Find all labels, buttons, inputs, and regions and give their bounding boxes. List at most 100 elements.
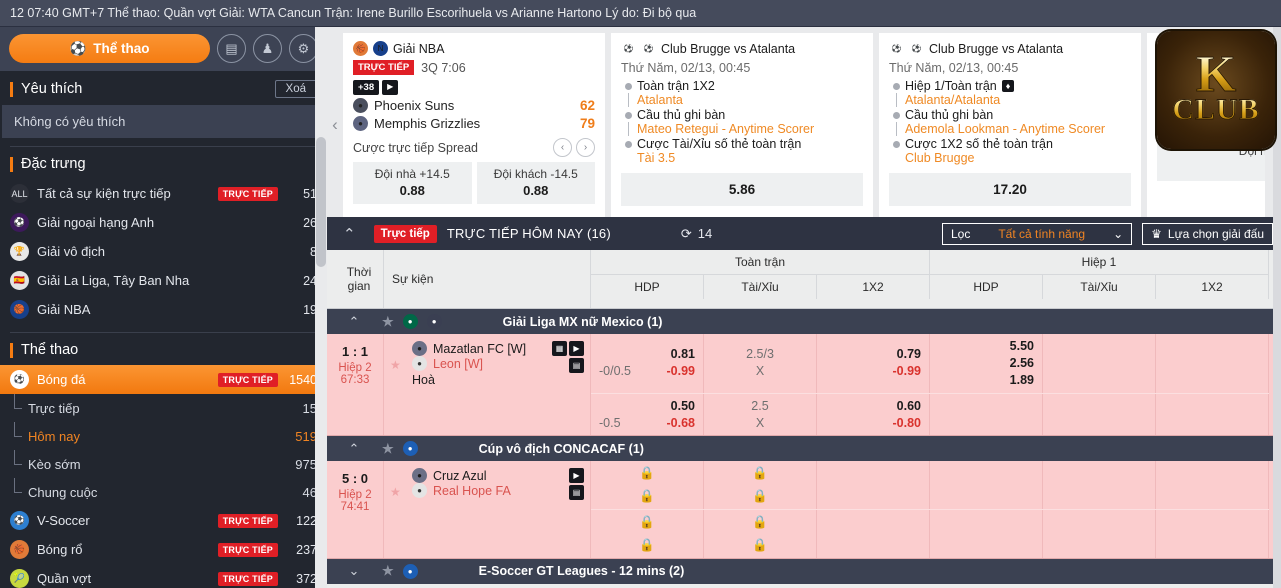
featured-item-1[interactable]: ALL Tất cả sự kiện trực tiếp TRỰC TIẾP 51 (0, 179, 327, 208)
favourite-star-icon[interactable]: ★ (382, 314, 394, 330)
league-header[interactable]: ⌃ ★ ● Cúp vô địch CONCACAF (1) (327, 436, 1281, 462)
lineup-icon[interactable]: ▤ (569, 358, 584, 373)
subitem-count: 519 (295, 428, 317, 444)
col-header-time: Thời gian (327, 250, 384, 308)
highlight-card[interactable]: ⚽ ⚽ Club Brugge vs Atalanta Thứ Năm, 02/13,… (611, 33, 873, 217)
favourites-header: Yêu thích Xoá (0, 71, 327, 105)
onextwo-odd[interactable]: 1.89 (1010, 372, 1034, 389)
x2-odd-top[interactable]: 0.60 (897, 398, 921, 415)
ou-half-cell[interactable] (1156, 393, 1269, 436)
sidebar-subitem-2[interactable]: Hôm nay 519 (0, 422, 327, 450)
favourite-star-icon[interactable]: ★ (390, 485, 401, 499)
ou-full-cell[interactable]: 2.5 X (704, 393, 817, 436)
match-time-cell: 1 : 1 Hiệp 2 67:33 (327, 334, 384, 436)
card-total-odds[interactable]: 17.20 (889, 173, 1131, 206)
x2-odd-bottom[interactable]: -0.80 (893, 415, 922, 432)
video-icon[interactable]: ▶ (382, 80, 399, 95)
favourite-star-icon[interactable]: ★ (390, 358, 401, 372)
featured-item-3[interactable]: 🏆 Giải vô địch 8 (0, 237, 327, 266)
sport-item-count: 1540 (289, 372, 317, 387)
x2-full-cell[interactable]: 0.79 -0.99 (817, 334, 930, 393)
account-icon[interactable]: ♟ (253, 34, 282, 63)
sports-tab-button[interactable]: ⚽ Thể thao (9, 34, 210, 63)
card-next-icon[interactable]: › (576, 138, 595, 157)
liga-mx-icon: ● (426, 314, 442, 329)
favourite-star-icon[interactable]: ★ (382, 563, 394, 579)
featured-item-5[interactable]: 🏀 Giải NBA 19 (0, 295, 327, 324)
live-filter-badge[interactable]: Trực tiếp (373, 224, 437, 243)
x2-full-cell[interactable]: 0.60 -0.80 (817, 393, 930, 436)
refresh-button[interactable]: ⟳ 14 (681, 226, 712, 242)
sidebar-scrollbar-thumb[interactable] (316, 137, 326, 267)
league-selection-button[interactable]: ♛ Lựa chọn giải đấu (1142, 222, 1273, 245)
sidebar-item-tennis-ball[interactable]: 🎾 Quần vợt TRỰC TIẾP 372 (0, 564, 327, 588)
video-icon[interactable]: ▶ (569, 468, 584, 484)
league-collapse-icon[interactable]: ⌃ (335, 314, 373, 330)
hdp-half-cell[interactable] (1043, 334, 1156, 393)
timeline-dot-icon (893, 112, 900, 119)
x2-odd-bottom[interactable]: -0.99 (893, 363, 922, 380)
sport-item-count: 122 (296, 513, 317, 528)
table-row[interactable]: 1 : 1 Hiệp 2 67:33 ★ ● Mazatlan FC [W] ● Leon [… (327, 334, 1281, 437)
card-leg-market: Hiệp 1/Toàn trận ♦ (905, 79, 1131, 93)
timeline-line (896, 122, 897, 136)
feature-filter-select[interactable]: Lọc Tất cả tính năng ⌄ (941, 222, 1133, 245)
carousel-prev-icon[interactable]: ‹ (327, 33, 343, 217)
card-leg-list: Toàn trận 1X2 Atalanta Cầu thủ ghi bàn Mate… (621, 79, 863, 165)
card-prev-icon[interactable]: ‹ (553, 138, 572, 157)
hdp-full-cell[interactable]: 0.81 -0/0.5 -0.99 (591, 334, 704, 393)
league-header[interactable]: ⌄ ★ ● E-Soccer GT Leagues - 12 mins (2) (327, 558, 1281, 584)
onextwo-odd[interactable]: 5.50 (1010, 338, 1034, 355)
card-total-odds[interactable]: 5.86 (621, 173, 863, 206)
league-collapse-icon[interactable]: ⌃ (335, 441, 373, 457)
sidebar-scrollbar[interactable] (315, 27, 327, 588)
live-badge: TRỰC TIẾP (217, 542, 278, 557)
sidebar-subitem-4[interactable]: Chung cuộc 46 (0, 478, 327, 506)
card-leg: Cược Tài/Xỉu số thẻ toàn trận Tài 3.5 (625, 137, 863, 165)
card-odd-button[interactable]: Đội nhà +14.5 0.88 (353, 162, 472, 204)
x2-odd-top[interactable]: 0.79 (897, 346, 921, 363)
onextwo-odd[interactable]: 2.56 (1010, 355, 1034, 372)
sidebar-item-basketball[interactable]: 🏀 Bóng rổ TRỰC TIẾP 237 (0, 535, 327, 564)
league-collapse-icon[interactable]: ⌄ (335, 563, 373, 579)
stats-icon[interactable]: ▦ (552, 341, 567, 356)
hdp-odd-top[interactable]: 0.81 (671, 346, 695, 363)
sidebar-item-v-soccer[interactable]: ⚽ V-Soccer TRỰC TIẾP 122 (0, 506, 327, 535)
video-icon[interactable]: ▶ (569, 341, 584, 356)
hdp-full-cell[interactable]: 0.50 -0.5 -0.68 (591, 393, 704, 436)
onextwo-full-cell[interactable] (930, 393, 1043, 436)
featured-item-2[interactable]: ⚽ Giải ngoại hạng Anh 26 (0, 208, 327, 237)
highlight-card[interactable]: ⚽ ⚽ Club Brugge vs Atalanta Thứ Năm, 02/13,… (879, 33, 1141, 217)
match-time-cell: 5 : 0 Hiệp 2 74:41 (327, 461, 384, 558)
match-media-icons: ▦ ▶ ▤ (552, 341, 584, 373)
extra-markets-chip[interactable]: +38 (353, 80, 380, 95)
section-accent-bar (10, 342, 13, 358)
league-header[interactable]: ⌃ ★ ● ● Giải Liga MX nữ Mexico (1) (327, 309, 1281, 334)
hdp-odd-top[interactable]: 0.50 (671, 398, 695, 415)
featured-item-4[interactable]: 🇪🇸 Giải La Liga, Tây Ban Nha 24 (0, 266, 327, 295)
hdp-odd-bottom[interactable]: -0.68 (667, 415, 696, 432)
ou-half-cell[interactable] (1156, 334, 1269, 393)
sidebar-item-soccer-ball[interactable]: ⚽ Bóng đá TRỰC TIẾP 1540 (0, 365, 327, 394)
sidebar-subitem-3[interactable]: Kèo sớm 975 (0, 450, 327, 478)
laliga-icon: 🇪🇸 (10, 271, 29, 290)
highlight-card[interactable]: 🏀 N Giải NBA TRỰC TIẾP 3Q 7:06 +38 ▶ ● Phoenix S… (343, 33, 605, 217)
tennis-ball-icon: 🎾 (10, 569, 29, 588)
hdp-half-cell[interactable] (1043, 393, 1156, 436)
collapse-all-icon[interactable]: ⌃ (335, 225, 364, 243)
lineup-icon[interactable]: ▤ (569, 485, 584, 501)
card-odd-button[interactable]: Đội khách -14.5 0.88 (476, 162, 595, 204)
onextwo-full-cell[interactable]: 5.50 2.56 1.89 (930, 334, 1043, 393)
sidebar-subitem-1[interactable]: Trực tiếp 15 (0, 394, 327, 422)
settings-icon[interactable]: ⚙ (289, 34, 318, 63)
favourite-star-icon[interactable]: ★ (382, 441, 394, 457)
odds-line: 🔒 🔒 🔒 🔒 (591, 461, 1269, 510)
table-row[interactable]: 5 : 0 Hiệp 2 74:41 ★ ● Cruz Azul ● Real Hope FA… (327, 461, 1281, 559)
nba-icon: N (373, 41, 388, 56)
hdp-odd-bottom[interactable]: -0.99 (667, 363, 696, 380)
odds-cell (1156, 461, 1269, 510)
clear-favourites-button[interactable]: Xoá (274, 80, 317, 98)
sport-item-count: 372 (296, 571, 317, 586)
statement-icon[interactable]: ▤ (217, 34, 246, 63)
ou-full-cell[interactable]: 2.5/3 X (704, 334, 817, 393)
